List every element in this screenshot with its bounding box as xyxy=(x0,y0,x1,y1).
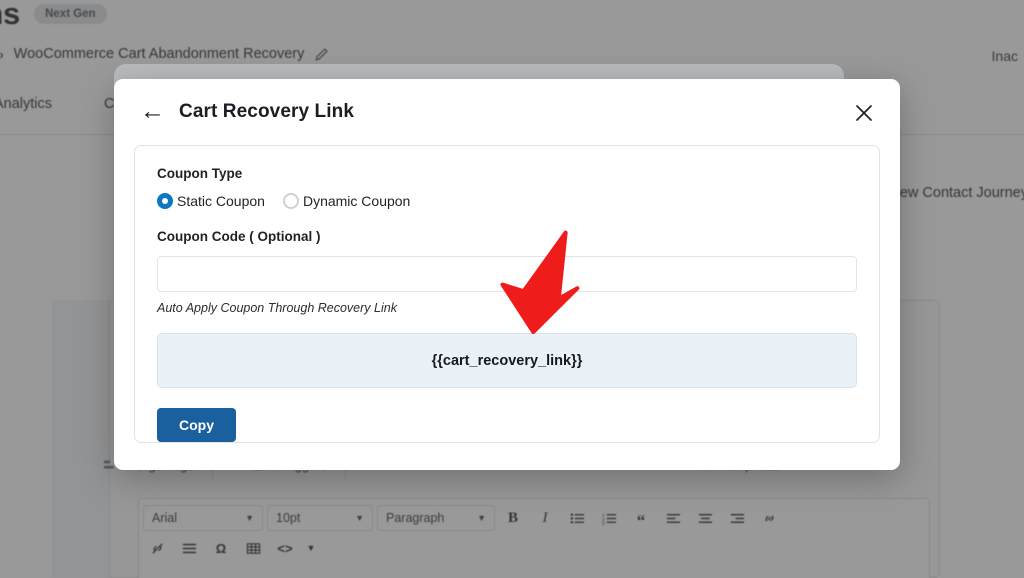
coupon-type-label: Coupon Type xyxy=(157,166,243,181)
radio-dynamic-coupon-label: Dynamic Coupon xyxy=(302,193,411,209)
coupon-type-radio-group: Static Coupon Dynamic Coupon xyxy=(157,193,857,209)
back-arrow-icon[interactable]: ← xyxy=(140,98,165,124)
radio-unselected-icon xyxy=(282,193,299,209)
screenshot-root: ations Next Gen ns › WooCommerce Cart Ab… xyxy=(0,0,1024,578)
recovery-link-token: {{cart_recovery_link}} xyxy=(431,352,583,369)
close-icon[interactable] xyxy=(852,101,876,125)
radio-static-coupon[interactable]: Static Coupon xyxy=(157,193,265,209)
annotation-arrow-icon xyxy=(492,222,604,347)
modal-header: ← Cart Recovery Link xyxy=(114,79,900,145)
radio-selected-icon xyxy=(157,193,173,209)
modal-title: Cart Recovery Link xyxy=(179,101,354,122)
radio-static-coupon-label: Static Coupon xyxy=(177,193,265,209)
radio-dynamic-coupon[interactable]: Dynamic Coupon xyxy=(282,193,411,209)
copy-button[interactable]: Copy xyxy=(157,408,236,442)
